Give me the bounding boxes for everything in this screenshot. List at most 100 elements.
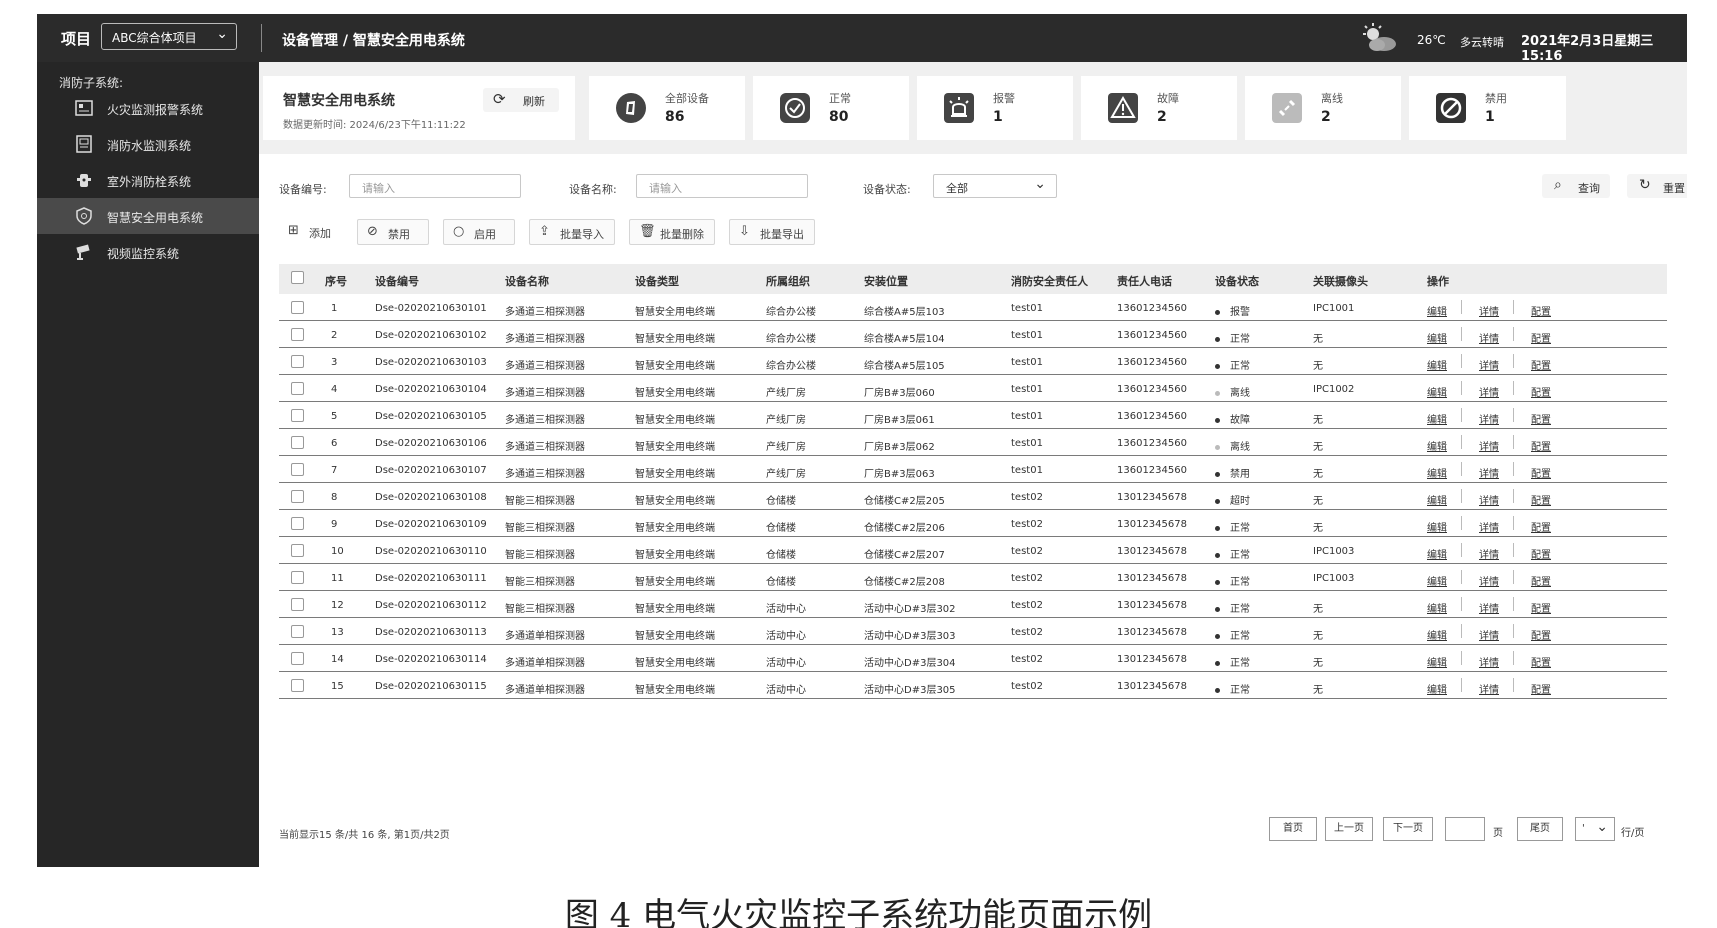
detail-link[interactable]: 详情 <box>1479 681 1499 696</box>
table-row[interactable]: 5 Dse-02020210630105 多通道三相探测器 智慧安全用电终端 产线厂房 厂… <box>279 402 1667 429</box>
row-checkbox[interactable] <box>291 328 304 341</box>
config-link[interactable]: 配置 <box>1531 573 1551 588</box>
detail-link[interactable]: 详情 <box>1479 330 1499 345</box>
config-link[interactable]: 配置 <box>1531 492 1551 507</box>
detail-link[interactable]: 详情 <box>1479 519 1499 534</box>
row-checkbox[interactable] <box>291 463 304 476</box>
search-button[interactable]: ⌕ 查询 <box>1542 174 1610 198</box>
table-row[interactable]: 2 Dse-02020210630102 多通道三相探测器 智慧安全用电终端 综合办公楼… <box>279 321 1667 348</box>
table-row[interactable]: 14 Dse-02020210630114 多通道单相探测器 智慧安全用电终端 活动中心… <box>279 645 1667 672</box>
edit-link[interactable]: 编辑 <box>1427 546 1447 561</box>
detail-link[interactable]: 详情 <box>1479 384 1499 399</box>
config-link[interactable]: 配置 <box>1531 438 1551 453</box>
project-select[interactable]: ABC综合体项目 ⌄ <box>101 23 237 50</box>
stat-card-disabled[interactable]: 禁用 1 <box>1409 76 1566 140</box>
edit-link[interactable]: 编辑 <box>1427 465 1447 480</box>
row-checkbox[interactable] <box>291 679 304 692</box>
stat-card-offline[interactable]: 离线 2 <box>1245 76 1401 140</box>
disable-button[interactable]: ⊘ 禁用 <box>357 219 429 245</box>
last-page-button[interactable]: 尾页 <box>1517 817 1563 841</box>
config-link[interactable]: 配置 <box>1531 411 1551 426</box>
select-all-checkbox[interactable] <box>291 271 304 284</box>
detail-link[interactable]: 详情 <box>1479 546 1499 561</box>
config-link[interactable]: 配置 <box>1531 627 1551 642</box>
row-checkbox[interactable] <box>291 625 304 638</box>
edit-link[interactable]: 编辑 <box>1427 303 1447 318</box>
row-checkbox[interactable] <box>291 382 304 395</box>
detail-link[interactable]: 详情 <box>1479 600 1499 615</box>
table-row[interactable]: 13 Dse-02020210630113 多通道单相探测器 智慧安全用电终端 活动中心… <box>279 618 1667 645</box>
detail-link[interactable]: 详情 <box>1479 303 1499 318</box>
table-row[interactable]: 12 Dse-02020210630112 智能三相探测器 智慧安全用电终端 活动中心 活… <box>279 591 1667 618</box>
detail-link[interactable]: 详情 <box>1479 357 1499 372</box>
status-select[interactable]: 全部 ⌄ <box>933 174 1057 198</box>
edit-link[interactable]: 编辑 <box>1427 438 1447 453</box>
edit-link[interactable]: 编辑 <box>1427 573 1447 588</box>
sidebar-item-hydrant[interactable]: 室外消防栓系统 <box>37 162 259 198</box>
table-row[interactable]: 1 Dse-02020210630101 多通道三相探测器 智慧安全用电终端 综合办公楼… <box>279 294 1667 321</box>
row-checkbox[interactable] <box>291 544 304 557</box>
edit-link[interactable]: 编辑 <box>1427 384 1447 399</box>
stat-card-normal[interactable]: 正常 80 <box>753 76 909 140</box>
page-number-input[interactable] <box>1445 817 1485 841</box>
reset-button[interactable]: ↻ 重置 <box>1627 174 1687 198</box>
config-link[interactable]: 配置 <box>1531 546 1551 561</box>
batch-delete-button[interactable]: 🗑 批量删除 <box>629 219 715 245</box>
edit-link[interactable]: 编辑 <box>1427 492 1447 507</box>
row-checkbox[interactable] <box>291 517 304 530</box>
config-link[interactable]: 配置 <box>1531 600 1551 615</box>
config-link[interactable]: 配置 <box>1531 519 1551 534</box>
config-link[interactable]: 配置 <box>1531 330 1551 345</box>
row-checkbox[interactable] <box>291 598 304 611</box>
prev-page-button[interactable]: 上一页 <box>1325 817 1373 841</box>
detail-link[interactable]: 详情 <box>1479 654 1499 669</box>
table-row[interactable]: 3 Dse-02020210630103 多通道三相探测器 智慧安全用电终端 综合办公楼… <box>279 348 1667 375</box>
detail-link[interactable]: 详情 <box>1479 573 1499 588</box>
per-page-select[interactable]: ' ⌄ <box>1575 817 1615 841</box>
edit-link[interactable]: 编辑 <box>1427 330 1447 345</box>
edit-link[interactable]: 编辑 <box>1427 411 1447 426</box>
detail-link[interactable]: 详情 <box>1479 627 1499 642</box>
enable-button[interactable]: ○ 启用 <box>443 219 515 245</box>
row-checkbox[interactable] <box>291 355 304 368</box>
table-row[interactable]: 7 Dse-02020210630107 多通道三相探测器 智慧安全用电终端 产线厂房 厂… <box>279 456 1667 483</box>
row-checkbox[interactable] <box>291 571 304 584</box>
row-checkbox[interactable] <box>291 436 304 449</box>
detail-link[interactable]: 详情 <box>1479 492 1499 507</box>
edit-link[interactable]: 编辑 <box>1427 600 1447 615</box>
edit-link[interactable]: 编辑 <box>1427 654 1447 669</box>
config-link[interactable]: 配置 <box>1531 357 1551 372</box>
sidebar-item-smart-electric[interactable]: 智慧安全用电系统 <box>37 198 259 234</box>
first-page-button[interactable]: 首页 <box>1269 817 1317 841</box>
stat-card-fault[interactable]: 故障 2 <box>1081 76 1237 140</box>
table-row[interactable]: 6 Dse-02020210630106 多通道三相探测器 智慧安全用电终端 产线厂房 厂… <box>279 429 1667 456</box>
edit-link[interactable]: 编辑 <box>1427 627 1447 642</box>
table-row[interactable]: 4 Dse-02020210630104 多通道三相探测器 智慧安全用电终端 产线厂房 厂… <box>279 375 1667 402</box>
config-link[interactable]: 配置 <box>1531 465 1551 480</box>
sidebar-item-water-monitor[interactable]: 消防水监测系统 <box>37 126 259 162</box>
row-checkbox[interactable] <box>291 301 304 314</box>
device-name-input[interactable]: 请输入 <box>636 174 808 198</box>
row-checkbox[interactable] <box>291 652 304 665</box>
table-row[interactable]: 9 Dse-02020210630109 智能三相探测器 智慧安全用电终端 仓储楼 仓储楼… <box>279 510 1667 537</box>
stat-card-alarm[interactable]: 报警 1 <box>917 76 1073 140</box>
config-link[interactable]: 配置 <box>1531 654 1551 669</box>
row-checkbox[interactable] <box>291 409 304 422</box>
row-checkbox[interactable] <box>291 490 304 503</box>
table-row[interactable]: 8 Dse-02020210630108 智能三相探测器 智慧安全用电终端 仓储楼 仓储楼… <box>279 483 1667 510</box>
config-link[interactable]: 配置 <box>1531 303 1551 318</box>
add-button[interactable]: ⊞ 添加 <box>279 219 343 245</box>
config-link[interactable]: 配置 <box>1531 384 1551 399</box>
detail-link[interactable]: 详情 <box>1479 465 1499 480</box>
edit-link[interactable]: 编辑 <box>1427 681 1447 696</box>
batch-import-button[interactable]: ⇪ 批量导入 <box>529 219 615 245</box>
stat-card-all[interactable]: 全部设备 86 <box>589 76 745 140</box>
config-link[interactable]: 配置 <box>1531 681 1551 696</box>
table-row[interactable]: 10 Dse-02020210630110 智能三相探测器 智慧安全用电终端 仓储楼 仓储… <box>279 537 1667 564</box>
edit-link[interactable]: 编辑 <box>1427 519 1447 534</box>
detail-link[interactable]: 详情 <box>1479 411 1499 426</box>
sidebar-item-video[interactable]: 视频监控系统 <box>37 234 259 270</box>
table-row[interactable]: 15 Dse-02020210630115 多通道单相探测器 智慧安全用电终端 活动中心… <box>279 672 1667 699</box>
batch-export-button[interactable]: ⇩ 批量导出 <box>729 219 815 245</box>
table-row[interactable]: 11 Dse-02020210630111 智能三相探测器 智慧安全用电终端 仓储楼 仓储… <box>279 564 1667 591</box>
